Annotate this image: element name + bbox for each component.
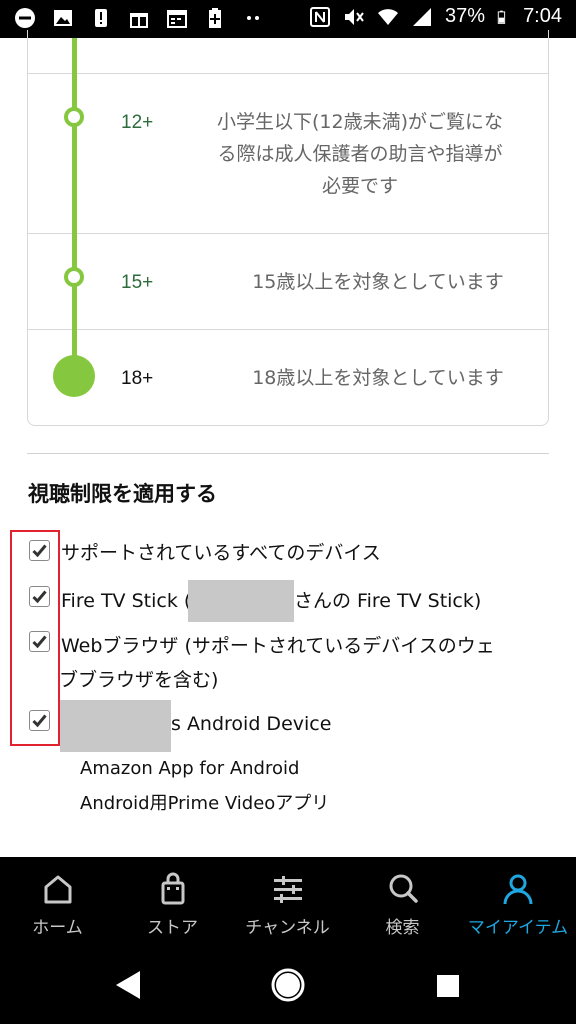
rating-description-line: 15歳以上を対象としています [252, 271, 504, 293]
rating-description-12: 小学生以下(12歳未満)がご覧にな る際は成人保護者の助言や指導が 必要です [200, 106, 520, 202]
device-label-all-devices[interactable]: サポートされているすべてのデバイス [61, 536, 381, 570]
status-bar-right: 37% 7:04 [309, 5, 562, 28]
mute-icon [345, 8, 364, 25]
checkbox-android-device[interactable] [29, 710, 50, 731]
system-navigation-bar [0, 945, 576, 1024]
checkbox-all-devices[interactable] [29, 540, 50, 561]
nav-label: チャンネル [245, 918, 330, 938]
home-button-icon[interactable] [270, 967, 306, 1003]
nav-label: ストア [147, 918, 198, 938]
person-icon [503, 874, 533, 905]
rating-description-15: 15歳以上を対象としています [230, 266, 526, 298]
calendar-icon [167, 10, 187, 28]
rating-description-line: 小学生以下(12歳未満)がご覧にな [216, 111, 503, 133]
rating-description-line: 18歳以上を対象としています [252, 367, 504, 389]
back-icon[interactable] [113, 969, 143, 1001]
wifi-icon [378, 8, 399, 25]
timeline-dot-12[interactable] [64, 107, 84, 127]
home-icon [44, 875, 71, 904]
clock: 7:04 [523, 5, 562, 27]
status-bar-left-icons [14, 7, 264, 29]
device-label-fire-tv-suffix[interactable]: さんの Fire TV Stick) [294, 584, 481, 618]
channels-icon [273, 876, 302, 903]
rating-row-divider [27, 329, 549, 330]
image-icon [54, 10, 72, 26]
checkmark-icon [32, 544, 47, 558]
search-icon [389, 874, 418, 903]
checkmark-icon [32, 714, 47, 728]
device-label-fire-tv-prefix[interactable]: Fire TV Stick ( [61, 584, 191, 618]
nav-channels[interactable]: チャンネル [230, 857, 345, 945]
rating-row-divider [27, 73, 549, 74]
battery-plus-icon [209, 8, 221, 28]
rating-age-12: 12+ [121, 112, 154, 133]
nav-store[interactable]: ストア [115, 857, 230, 945]
battery-percent: 37% [445, 5, 486, 27]
section-divider [27, 453, 549, 454]
device-label-web-browser[interactable]: Webブラウザ (サポートされているデバイスのウェ ブブラウザを含む) [59, 629, 561, 697]
battery-icon [497, 10, 506, 24]
nav-my-items[interactable]: マイアイテム [460, 857, 576, 945]
nav-label: 検索 [385, 918, 420, 938]
nav-home[interactable]: ホーム [0, 857, 115, 945]
gift-icon [130, 13, 148, 28]
device-label-line: ブブラウザを含む) [59, 669, 219, 691]
rating-description-line: 必要です [321, 175, 398, 197]
bottom-navigation: ホーム ストア チャンネル 検索 マイアイテム [0, 857, 576, 945]
device-sub-label: Android用Prime Videoアプリ [80, 793, 330, 814]
rating-age-18: 18+ [121, 368, 154, 389]
checkmark-icon [32, 635, 47, 649]
recents-icon[interactable] [436, 974, 460, 998]
apply-restriction-title: 視聴制限を適用する [28, 482, 217, 506]
nav-search[interactable]: 検索 [345, 857, 460, 945]
signal-icon [413, 7, 432, 26]
rating-row-divider [27, 233, 549, 234]
checkbox-web-browser[interactable] [29, 631, 50, 652]
minus-circle-icon [15, 8, 35, 28]
nav-label: ホーム [32, 918, 83, 938]
checkbox-fire-tv-stick[interactable] [29, 586, 50, 607]
redacted-username [60, 700, 171, 752]
rating-description-line: る際は成人保護者の助言や指導が [217, 143, 503, 165]
shopping-bag-icon [161, 872, 184, 905]
device-sub-label: Amazon App for Android [80, 758, 300, 779]
more-dots-icon [247, 16, 259, 20]
nfc-icon [310, 6, 331, 27]
device-label-android-suffix[interactable]: s Android Device [171, 707, 331, 741]
alert-icon [95, 9, 107, 27]
rating-description-18: 18歳以上を対象としています [230, 362, 526, 394]
timeline-dot-18-selected[interactable] [53, 355, 95, 397]
checkmark-icon [32, 590, 47, 604]
rating-age-15: 15+ [121, 272, 154, 293]
nav-label-active: マイアイテム [467, 918, 569, 938]
redacted-username [188, 580, 294, 622]
rating-timeline-line [72, 38, 77, 376]
device-label-line: Webブラウザ (サポートされているデバイスのウェ [61, 635, 495, 657]
timeline-dot-15[interactable] [64, 267, 84, 287]
